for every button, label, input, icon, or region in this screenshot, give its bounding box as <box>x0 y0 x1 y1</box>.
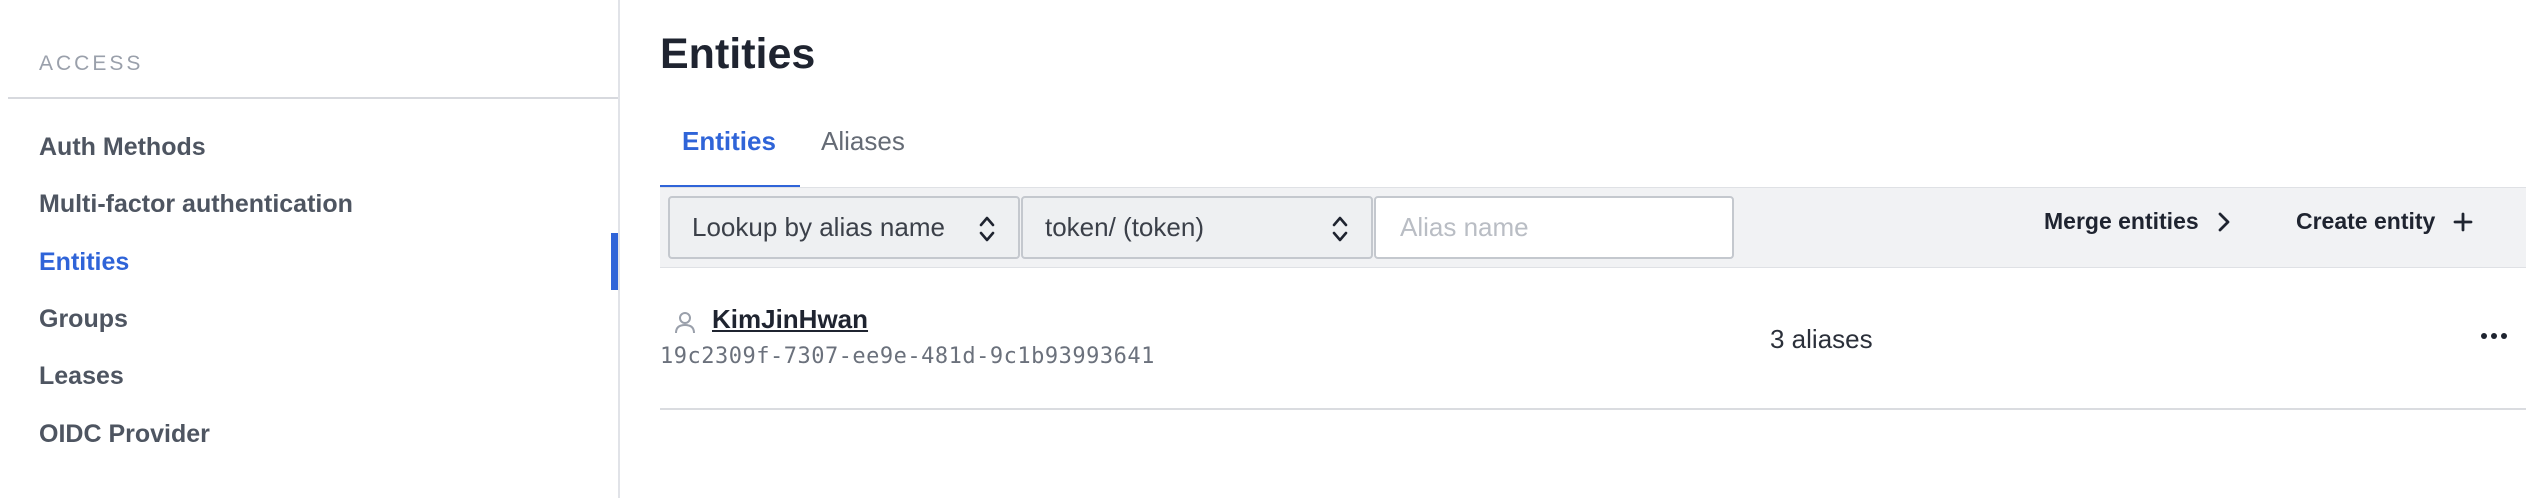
create-entity-label: Create entity <box>2296 208 2436 234</box>
sidebar-divider <box>8 97 618 99</box>
sidebar-item-leases[interactable]: Leases <box>39 362 124 391</box>
plus-icon <box>2453 212 2473 231</box>
sidebar-active-indicator <box>611 233 618 290</box>
tab-entities[interactable]: Entities <box>682 126 776 157</box>
sidebar: ACCESS Auth Methods Multi-factor authent… <box>0 0 620 498</box>
sidebar-item-groups[interactable]: Groups <box>39 305 128 334</box>
updown-chevron-icon <box>1332 216 1348 242</box>
chevron-right-icon <box>2218 212 2230 231</box>
auth-mount-select[interactable]: token/ (token) <box>1021 196 1373 259</box>
ellipsis-icon[interactable] <box>2478 324 2510 348</box>
auth-mount-select-value: token/ (token) <box>1045 212 1204 242</box>
person-icon <box>675 312 695 334</box>
entity-name-link[interactable]: KimJinHwan <box>712 304 868 335</box>
updown-chevron-icon <box>979 216 995 242</box>
entity-row[interactable]: KimJinHwan 19c2309f-7307-ee9e-481d-9c1b9… <box>660 268 2526 410</box>
sidebar-item-auth-methods[interactable]: Auth Methods <box>39 133 206 162</box>
app: ACCESS Auth Methods Multi-factor authent… <box>0 0 2532 498</box>
sidebar-heading: ACCESS <box>39 52 144 75</box>
lookup-type-select[interactable]: Lookup by alias name <box>668 196 1020 259</box>
page-title: Entities <box>660 30 816 78</box>
sidebar-item-mfa[interactable]: Multi-factor authentication <box>39 190 353 219</box>
merge-entities-button[interactable]: Merge entities <box>2044 208 2231 235</box>
toolbar: Lookup by alias name token/ (token) Merg… <box>660 187 2526 268</box>
lookup-type-select-value: Lookup by alias name <box>692 212 945 242</box>
tab-aliases[interactable]: Aliases <box>821 126 905 157</box>
create-entity-button[interactable]: Create entity <box>2296 208 2473 235</box>
sidebar-item-oidc-provider[interactable]: OIDC Provider <box>39 420 210 449</box>
entity-id: 19c2309f-7307-ee9e-481d-9c1b93993641 <box>660 344 1155 369</box>
sidebar-item-entities[interactable]: Entities <box>39 248 129 277</box>
entity-alias-count: 3 aliases <box>1770 324 1873 354</box>
merge-entities-label: Merge entities <box>2044 208 2199 234</box>
alias-name-input[interactable] <box>1374 196 1734 259</box>
